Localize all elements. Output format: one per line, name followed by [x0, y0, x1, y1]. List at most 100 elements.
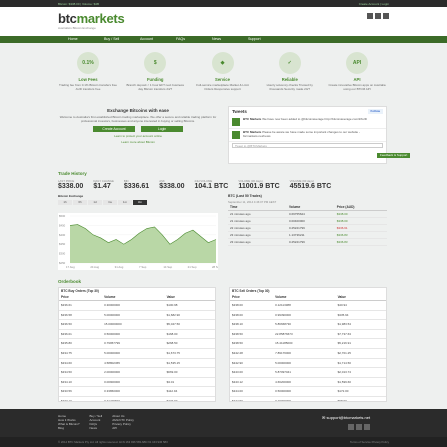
social-icons — [367, 13, 389, 19]
feature-funding: $ Funding Branch deposit < 1 hour EFT next… — [125, 52, 185, 91]
feature-low-fees: 0.1% Low Fees Trading fee from 0.1% Bitcoi… — [58, 52, 118, 91]
y-tick-label: $400 — [59, 233, 66, 237]
rss-icon[interactable] — [383, 13, 389, 19]
nav-home[interactable]: Home — [58, 36, 94, 43]
orderbook-title: Orderbook — [58, 279, 82, 284]
table-row: $334.75 5.00000000 $1,673.75 — [59, 348, 215, 359]
table-row: $336.01 0.50000000 $168.00 — [59, 329, 215, 340]
footer-links[interactable]: Terms of Service Privacy Policy — [350, 437, 389, 447]
avatar — [232, 118, 240, 126]
dollar-icon: $ — [144, 52, 167, 74]
range-3m[interactable]: 3m — [133, 200, 147, 205]
features: 0.1% Low Fees Trading fee from 0.1% Bitcoi… — [58, 52, 387, 91]
protect-account-link[interactable]: Learn to protect your account online — [58, 134, 218, 138]
table-row: $343.12 4.66200000 $1,599.60 — [230, 377, 386, 388]
feature-api: API API Create innovative Bitcoin apps on … — [327, 52, 387, 91]
support-email[interactable]: ✉ support@btcmarkets.net — [322, 415, 370, 420]
table-row: $336.50 15.00000000 $5,047.50 — [59, 319, 215, 330]
footer-link[interactable]: News — [90, 426, 103, 430]
range-6h[interactable]: 6h — [73, 200, 87, 205]
login-button[interactable]: Login — [141, 126, 183, 132]
api-icon: API — [346, 52, 368, 74]
table-row: $338.50 22.85876673 $7,737.63 — [230, 329, 386, 340]
tweets-widget: Tweets Follow BTC Markets We have now bee… — [228, 106, 387, 164]
feedback-tab[interactable]: Feedback & Support — [377, 153, 411, 158]
x-tick-label: 31 Aug — [115, 265, 124, 269]
footer-link[interactable]: API — [112, 426, 134, 430]
logo[interactable]: btcmarkets — [58, 12, 125, 25]
welcome-panel: Exchange Bitcoins with ease Welcome to A… — [58, 108, 218, 144]
nav-faqs[interactable]: FAQs — [166, 36, 202, 43]
facebook-icon[interactable] — [367, 13, 373, 19]
footer-column: Buy / Sell Account FAQs News — [90, 414, 103, 430]
nav-news[interactable]: News — [202, 36, 238, 43]
facebook-icon[interactable] — [348, 424, 354, 430]
copyright: © 2014 BTC Markets Pty Ltd. All rights r… — [58, 440, 168, 444]
check-icon: ✓ — [278, 52, 301, 74]
tweets-title: Tweets — [232, 109, 247, 114]
learn-bitcoin-link[interactable]: Learn more about Bitcoin — [58, 140, 218, 144]
y-tick-label: $500 — [59, 214, 66, 218]
y-tick-label: $250 — [59, 261, 66, 265]
last-trades-table: Time Volume Price (AUD) 21 minutes ago 0.69… — [228, 204, 387, 246]
price-chart[interactable]: $500 $450 $400 $350 $300 $25017 Aug 24 Aug 31 A… — [58, 213, 218, 270]
avatar — [232, 131, 240, 139]
stat-90d-volume: VOLUME (90 days) 45519.6 BTC — [289, 179, 332, 190]
tweet: BTC Markets We have now been added to @b… — [229, 116, 386, 129]
tweet-input[interactable]: Tweet to @BTCMarkets — [232, 143, 383, 148]
range-1m[interactable]: 1m — [118, 200, 132, 205]
table-row: $338.00 0.99390000 $335.94 — [230, 310, 386, 321]
feature-service: ◆ Service Full-service marketplace Market … — [193, 52, 253, 91]
table-row: $334.60 4.58802365 $1,535.15 — [59, 358, 215, 369]
footer-link[interactable]: Blog — [58, 426, 80, 430]
twitter-icon[interactable] — [375, 13, 381, 19]
trade-history-title: Trade History — [58, 171, 87, 176]
rss-icon[interactable] — [364, 424, 370, 430]
x-tick-label: 17 Aug — [66, 265, 75, 269]
nav-account[interactable]: Account — [130, 36, 166, 43]
x-tick-label: 21 Sep — [188, 265, 197, 269]
y-tick-label: $350 — [59, 242, 66, 246]
welcome-text: Welcome to Australia's first established… — [59, 115, 217, 123]
table-row: $334.50 2.00000000 $669.00 — [59, 367, 215, 378]
table-row: 23 minutes ago 1.13736211 $336.83 — [228, 231, 387, 239]
table-row: 22 minutes ago 0.25221799 $336.61 — [228, 224, 387, 232]
stat-daily-change: DAILY CHANGE $1.47 — [93, 179, 114, 190]
table-row: 21 minutes ago 0.00400000 $338.00 — [228, 217, 387, 225]
y-tick-label: $300 — [59, 252, 66, 256]
follow-button[interactable]: Follow — [367, 109, 383, 114]
stat-24h-volume: 24H VOLUME 104.1 BTC — [194, 179, 229, 190]
account-links[interactable]: Create Account | Login — [359, 2, 389, 6]
create-account-button[interactable]: Create Account — [93, 126, 135, 132]
service-icon: ◆ — [211, 52, 234, 74]
top-bar: Bitcoin: $338.00 | Volume: $4B Create Ac… — [0, 0, 447, 7]
range-1d[interactable]: 1d — [88, 200, 102, 205]
last-trades-title: BTC (Last 50 Trades) — [228, 194, 262, 198]
buy-orders: BTC Buy Orders (Top 30) Price Volume Value… — [58, 287, 216, 402]
header: btcmarkets Australia's Bitcoin Exchange — [0, 7, 447, 36]
table-row: $342.28 7.89176000 $2,701.25 — [230, 348, 386, 359]
stat-30d-volume: VOLUME (30 days) 11001.9 BTC — [238, 179, 280, 190]
footer-column: Home How it Works What is Bitcoin? Blog — [58, 414, 80, 430]
table-row: $338.10 5.86668730 $1,983.54 — [230, 319, 386, 330]
stat-ask: ASK $338.00 — [159, 179, 185, 190]
table-row: $344.00 0.50000000 $172.00 — [230, 386, 386, 397]
sell-orders: BTC Sell Orders (Top 30) Price Volume Valu… — [229, 287, 387, 402]
last-trades: BTC (Last 50 Trades) September 11, 2014 … — [228, 194, 387, 246]
x-tick-label: 28 Sep — [212, 265, 218, 269]
twitter-icon[interactable] — [356, 424, 362, 430]
nav-buy-sell[interactable]: Buy / Sell — [94, 36, 130, 43]
table-row: 21 minutes ago 0.69755624 $338.00 — [228, 210, 387, 218]
buy-orders-table: Price Volume Value $336.61 0.30000000 $100.98… — [59, 294, 215, 401]
x-tick-label: 14 Sep — [163, 265, 172, 269]
nav-support[interactable]: Support — [238, 36, 274, 43]
table-row: $338.00 0.12113388 $40.94 — [230, 300, 386, 311]
stat-last-price: LAST PRICE $338.00 — [58, 179, 84, 190]
range-1w[interactable]: 1w — [103, 200, 117, 205]
table-row: $333.56 0.33860000 $112.94 — [59, 386, 215, 397]
table-row: $342.90 5.00000000 $1,714.50 — [230, 358, 386, 369]
footer-column: About Us AML/CTF Policy Privacy Policy API — [112, 414, 134, 430]
x-tick-label: 24 Aug — [90, 265, 99, 269]
range-1h[interactable]: 1h — [58, 200, 72, 205]
table-row: $343.00 5.87097041 $2,013.74 — [230, 367, 386, 378]
